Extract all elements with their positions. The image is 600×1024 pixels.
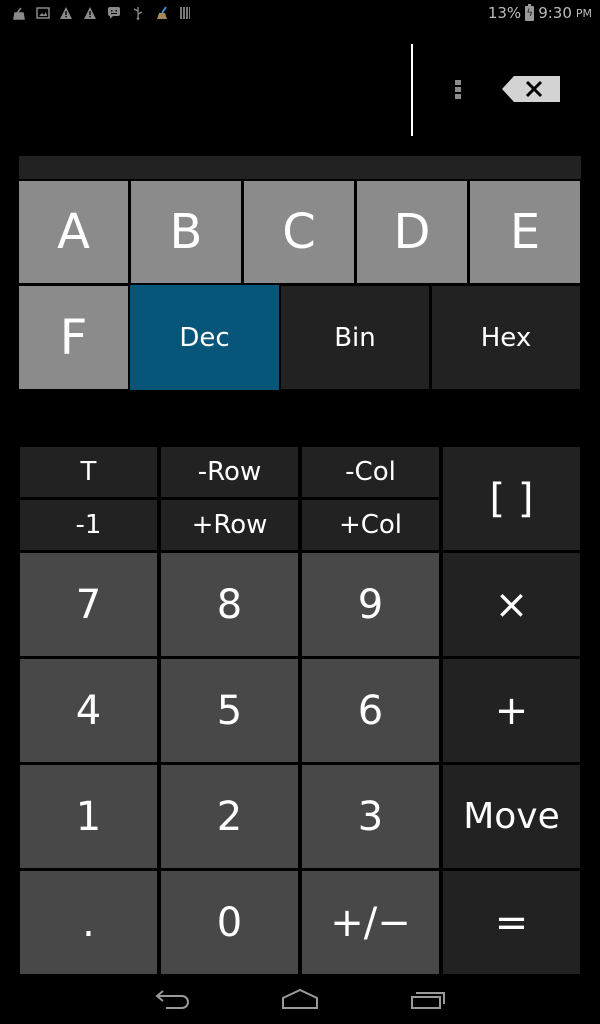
app-notification-icon <box>12 6 26 20</box>
battery-icon: ϟ <box>525 3 535 21</box>
home-button[interactable] <box>280 985 320 1015</box>
usb-icon <box>131 6 145 20</box>
recents-icon <box>411 992 445 1009</box>
clock: 9:30 <box>538 4 572 22</box>
key-4[interactable]: 4 <box>20 659 157 762</box>
key-6[interactable]: 6 <box>302 659 439 762</box>
add-button[interactable]: + <box>443 659 580 762</box>
add-col-button[interactable]: +Col <box>302 500 439 550</box>
multiply-button[interactable]: × <box>443 553 580 656</box>
image-icon <box>36 6 50 20</box>
key-9[interactable]: 9 <box>302 553 439 656</box>
matrix-button[interactable]: [ ] <box>443 447 580 550</box>
add-row-button[interactable]: +Row <box>161 500 298 550</box>
move-button[interactable]: Move <box>443 765 580 868</box>
status-bar: 13% ϟ 9:30 PM <box>0 0 600 28</box>
overflow-menu-icon[interactable] <box>453 80 463 102</box>
transpose-button[interactable]: T <box>20 447 157 497</box>
key-8[interactable]: 8 <box>161 553 298 656</box>
negate-button[interactable]: +/− <box>302 871 439 974</box>
chat-icon <box>107 6 121 20</box>
key-0[interactable]: 0 <box>161 871 298 974</box>
mode-dec-button[interactable]: Dec <box>130 285 279 390</box>
warning-icon <box>59 6 73 20</box>
key-7[interactable]: 7 <box>20 553 157 656</box>
key-e[interactable]: E <box>470 181 580 283</box>
key-5[interactable]: 5 <box>161 659 298 762</box>
mode-hex-button[interactable]: Hex <box>432 286 580 389</box>
backspace-button[interactable] <box>500 74 562 104</box>
recents-button[interactable] <box>408 985 448 1015</box>
battery-percent: 13% <box>487 4 522 22</box>
backspace-icon <box>502 76 560 102</box>
equals-button[interactable]: = <box>443 871 580 974</box>
home-icon <box>282 988 318 1009</box>
warning-icon <box>83 6 97 20</box>
text-cursor <box>411 44 413 136</box>
cleaner-broom-icon <box>155 6 169 20</box>
remove-col-button[interactable]: -Col <box>302 447 439 497</box>
key-2[interactable]: 2 <box>161 765 298 868</box>
back-button[interactable] <box>152 985 192 1015</box>
result-strip <box>19 156 581 179</box>
mode-bin-button[interactable]: Bin <box>281 286 429 389</box>
expression-display[interactable] <box>19 40 399 140</box>
inverse-button[interactable]: -1 <box>20 500 157 550</box>
key-b[interactable]: B <box>131 181 241 283</box>
key-a[interactable]: A <box>19 181 128 283</box>
back-icon <box>155 990 189 1009</box>
clock-ampm: PM <box>575 6 592 20</box>
key-d[interactable]: D <box>357 181 467 283</box>
key-f[interactable]: F <box>19 286 128 389</box>
remove-row-button[interactable]: -Row <box>161 447 298 497</box>
key-3[interactable]: 3 <box>302 765 439 868</box>
key-c[interactable]: C <box>244 181 354 283</box>
status-right: 13% ϟ 9:30 PM <box>487 3 592 22</box>
decimal-point-button[interactable]: . <box>20 871 157 974</box>
barcode-icon <box>178 6 192 20</box>
key-1[interactable]: 1 <box>20 765 157 868</box>
